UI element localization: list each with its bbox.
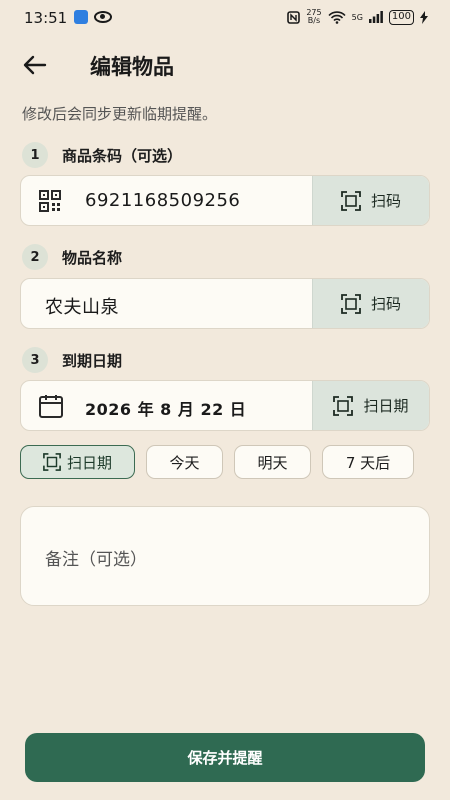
chip-label: 7 天后 [345, 453, 391, 472]
scan-icon [43, 453, 61, 471]
charging-icon [420, 10, 428, 24]
chip-label: 今天 [169, 453, 200, 472]
notes-input[interactable]: 备注（可选） [20, 506, 430, 606]
date-shortcut-chips: 扫日期 今天 明天 7 天后 [20, 445, 414, 479]
save-and-remind-button[interactable]: 保存并提醒 [25, 733, 425, 782]
eye-icon [94, 11, 112, 23]
step-barcode: 1 商品条码（可选） [22, 142, 182, 168]
signal-icon [368, 11, 383, 23]
chip-7-days[interactable]: 7 天后 [322, 445, 414, 479]
scan-icon [341, 293, 361, 314]
wifi-icon [328, 10, 346, 24]
scan-date-label: 扫日期 [363, 397, 409, 415]
arrow-left-icon [23, 55, 47, 75]
step-expiry: 3 到期日期 [22, 347, 122, 373]
expiry-date-field[interactable]: 2026 年 8 月 22 日 扫日期 [20, 380, 430, 431]
signal-type: 5G [351, 12, 363, 22]
chip-tomorrow[interactable]: 明天 [234, 445, 311, 479]
barcode-field[interactable]: 6921168509256 扫码 [20, 175, 430, 226]
network-speed: 275 B/s [306, 8, 322, 25]
chip-scan-date[interactable]: 扫日期 [20, 445, 135, 479]
hint-text: 修改后会同步更新临期提醒。 [22, 105, 218, 123]
scan-barcode-button[interactable]: 扫码 [312, 176, 429, 225]
scan-name-label: 扫码 [370, 295, 401, 313]
chip-today[interactable]: 今天 [146, 445, 223, 479]
status-bar: 13:51 275 B/s 5G 100 [0, 0, 450, 36]
step-number: 3 [22, 347, 48, 373]
step-name: 2 物品名称 [22, 244, 122, 270]
step-number: 2 [22, 244, 48, 270]
nfc-icon [287, 10, 301, 24]
page-title: 编辑物品 [90, 55, 174, 79]
scan-date-button[interactable]: 扫日期 [312, 381, 429, 430]
step-label: 物品名称 [62, 248, 123, 267]
app-notification-icon [74, 10, 88, 24]
back-button[interactable] [20, 50, 50, 80]
scan-icon [341, 190, 361, 211]
step-number: 1 [22, 142, 48, 168]
chip-label: 明天 [257, 453, 288, 472]
battery-indicator: 100 [388, 9, 414, 25]
scan-name-button[interactable]: 扫码 [312, 279, 429, 328]
step-label: 到期日期 [62, 351, 123, 370]
step-label: 商品条码（可选） [62, 146, 183, 165]
calendar-icon [39, 395, 63, 418]
item-name-value[interactable]: 农夫山泉 [45, 293, 119, 319]
scan-icon [333, 395, 354, 416]
barcode-value[interactable]: 6921168509256 [85, 190, 240, 211]
item-name-field[interactable]: 农夫山泉 扫码 [20, 278, 430, 329]
status-time: 13:51 [24, 9, 68, 27]
chip-label: 扫日期 [66, 453, 112, 472]
scan-barcode-label: 扫码 [370, 192, 401, 210]
expiry-date-value[interactable]: 2026 年 8 月 22 日 [85, 396, 246, 420]
notes-placeholder: 备注（可选） [45, 550, 147, 570]
qr-code-icon [39, 190, 61, 212]
